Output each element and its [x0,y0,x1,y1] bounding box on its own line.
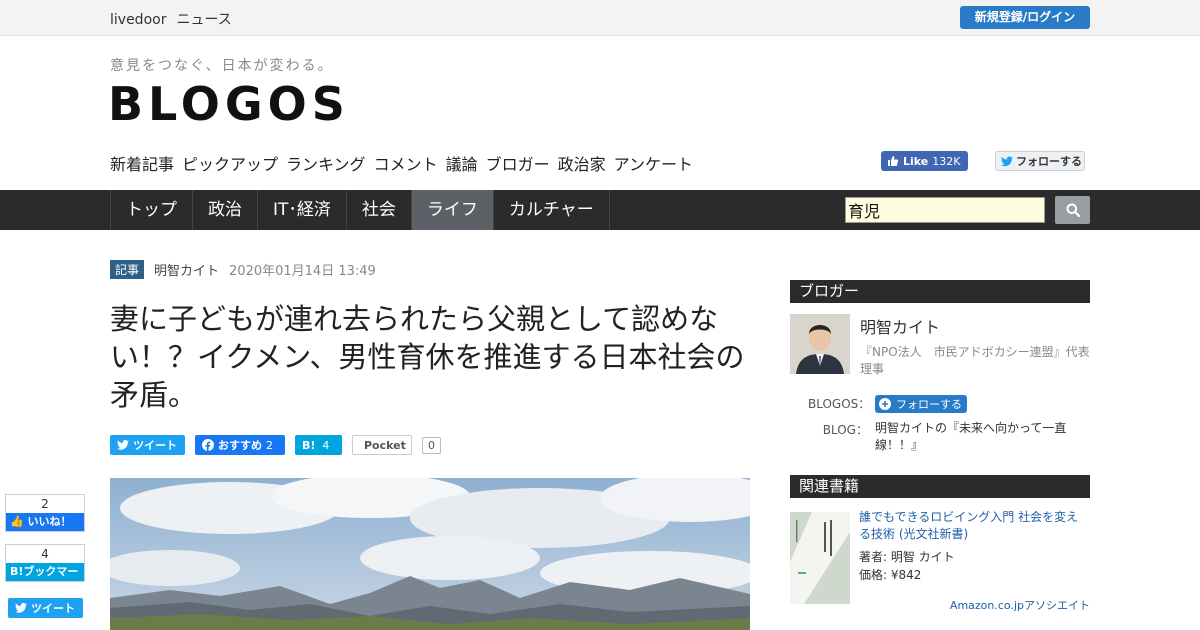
pocket-button[interactable]: Pocket [352,435,412,455]
article-author[interactable]: 明智カイト [154,260,219,279]
tab-politics[interactable]: 政治 [193,190,258,230]
article-type-badge: 記事 [110,260,145,279]
sub-navigation: 新着記事 ピックアップ ランキング コメント 議論 ブロガー 政治家 アンケート [110,151,693,175]
facebook-recommend-button[interactable]: おすすめ 2 [195,435,285,455]
float-like-label: 👍 いいね！ [6,513,84,531]
subnav-new-articles[interactable]: 新着記事 [110,151,174,175]
blogger-description: 『NPO法人 市民アドボカシー連盟』代表理事 [860,345,1090,376]
thumbs-up-icon: 👍 [10,515,24,528]
search-input[interactable] [845,197,1045,223]
subnav-survey[interactable]: アンケート [614,151,693,175]
category-tabs: トップ 政治 IT･経済 社会 ライフ カルチャー [110,190,610,230]
top-utility-bar: livedoor ニュース 新規登録/ログイン [0,0,1200,36]
subnav-politicians[interactable]: 政治家 [558,151,606,175]
news-label: ニュース [176,12,232,28]
facebook-icon [202,439,214,451]
book-cover-image [790,512,850,604]
fb-recommend-count: 2 [266,438,273,452]
blogos-follow-button[interactable]: フォローする [875,395,967,413]
book-title-link[interactable]: 誰でもできるロビイング入門 社会を変える技術 (光文社新書) [859,509,1089,543]
float-like-count: 2 [6,495,84,513]
tab-life[interactable]: ライフ [411,190,494,230]
subnav-debate[interactable]: 議論 [446,151,478,175]
tweet-button[interactable]: ツイート [110,435,185,455]
tweet-label: ツイート [133,439,177,452]
mountain-landscape-image [110,478,750,630]
pocket-label: Pocket [364,438,406,452]
subnav-ranking[interactable]: ランキング [286,151,366,175]
blog-label: BLOG： [822,423,868,437]
livedoor-news-brand[interactable]: livedoor ニュース [110,9,242,29]
twitter-bird-icon [117,440,129,450]
site-tagline: 意見をつなぐ、日本が変わる。 [110,58,334,74]
float-like-text: いいね！ [27,515,72,528]
subnav-comments[interactable]: コメント [374,151,438,175]
blogger-portrait-image [790,314,850,374]
main-navigation: トップ 政治 IT･経済 社会 ライフ カルチャー [0,190,1200,230]
hatena-count: 4 [322,438,330,452]
article-date: 2020年01月14日 13:49 [229,264,376,279]
tab-top[interactable]: トップ [111,190,193,230]
float-bookmark-box[interactable]: 4 B!ブックマーク [5,544,85,596]
thumbs-up-icon [888,156,899,166]
tab-it-economy[interactable]: IT･経済 [258,190,347,230]
tab-culture[interactable]: カルチャー [494,190,610,230]
book-cover[interactable] [790,512,850,604]
signup-login-button[interactable]: 新規登録/ログイン [960,6,1090,29]
twitter-follow-button[interactable]: フォローする [995,151,1085,171]
article-meta: 記事 明智カイト 2020年01月14日 13:49 [110,260,376,279]
livedoor-label: livedoor [110,12,167,28]
float-bookmark-count: 4 [6,545,84,563]
site-logo[interactable]: BLOGOS [108,76,350,132]
float-tweet-label: ツイート [31,602,75,615]
article-title: 妻に子どもが連れ去られたら父親として認めない！？イクメン、男性育休を推進する日本… [110,302,745,412]
plus-circle-icon [879,398,891,410]
float-like-box[interactable]: 2 👍 いいね！ [5,494,85,532]
search-icon [1066,203,1080,217]
floating-share-column: 2 👍 いいね！ 4 B!ブックマーク ツイート [0,478,100,630]
fb-like-label: Like [903,154,929,168]
facebook-like-button[interactable]: Like 132K [881,151,968,171]
fb-like-count: 132K [932,154,961,168]
book-author: 著者: 明智 カイト [859,550,955,564]
hatena-bookmark-button[interactable]: B! 4 [295,435,342,455]
blogos-label: BLOGOS： [808,397,871,411]
twitter-bird-icon [1001,156,1013,166]
fb-recommend-label: おすすめ [218,439,262,452]
blog-title-link[interactable]: 明智カイトの『未来へ向かって一直線！！』 [875,420,1075,454]
tab-society[interactable]: 社会 [347,190,412,230]
article-hero-image [110,478,750,630]
blogger-name[interactable]: 明智カイト [860,314,940,338]
pocket-count: 0 [422,436,441,454]
float-tweet-button[interactable]: ツイート [8,598,83,618]
subnav-pickup[interactable]: ピックアップ [182,151,278,175]
blogger-section-heading: ブロガー [790,280,1090,303]
related-books-heading: 関連書籍 [790,475,1090,498]
follow-label: フォローする [896,398,962,411]
twitter-bird-icon [15,603,27,613]
book-price: 価格: ¥842 [859,568,922,582]
amazon-associate-link[interactable]: Amazon.co.jpアソシエイト [940,597,1090,613]
hatena-label: B! [302,438,316,452]
share-buttons: ツイート おすすめ 2 B! 4 Pocket 0 [110,435,441,455]
float-bookmark-label: B!ブックマーク [6,563,84,596]
search-button[interactable] [1055,196,1090,224]
subnav-bloggers[interactable]: ブロガー [486,151,550,175]
twitter-follow-label: フォローする [1016,155,1082,168]
blogger-avatar[interactable] [790,314,850,374]
